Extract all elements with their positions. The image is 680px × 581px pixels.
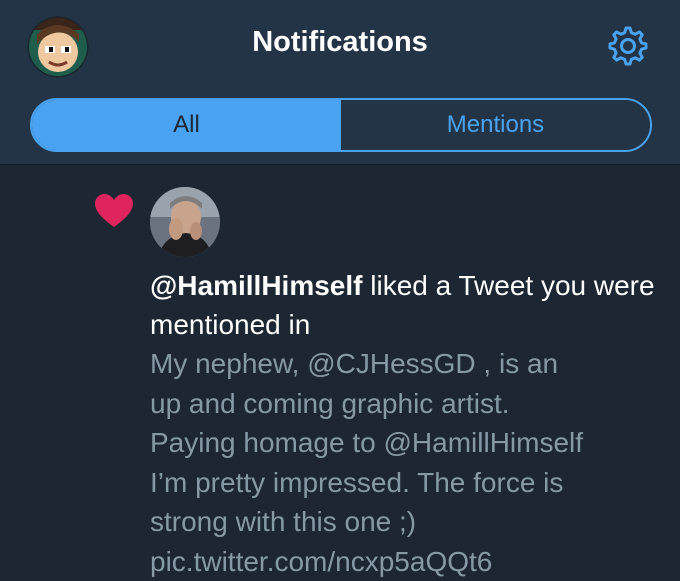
tweet-line: Paying homage to @HamillHimself xyxy=(150,427,584,458)
page-title: Notifications xyxy=(252,26,428,58)
top-bar: Notifications All Mentions xyxy=(0,0,680,165)
tweet-line: I’m pretty impressed. The force is xyxy=(150,466,564,498)
tab-mentions[interactable]: Mentions xyxy=(341,100,650,150)
tab-all[interactable]: All xyxy=(32,100,341,150)
heart-icon xyxy=(94,193,134,229)
liker-avatar[interactable] xyxy=(150,187,220,257)
notification-text: @HamillHimself liked a Tweet you were me… xyxy=(150,266,660,344)
tweet-link[interactable]: pic.twitter.com/ncxp5aQQt6 xyxy=(150,542,670,581)
tweet-line: strong with this one ;) xyxy=(150,506,417,537)
tweet-line: My nephew, @CJHessGD , is an xyxy=(150,348,559,379)
gear-icon[interactable] xyxy=(604,22,652,70)
tweet-line: up and coming graphic artist. xyxy=(150,387,510,419)
notification-tabs: All Mentions xyxy=(30,98,652,152)
user-handle-link[interactable]: @HamillHimself xyxy=(150,270,362,301)
tweet-preview[interactable]: My nephew, @CJHessGD , is an up and comi… xyxy=(150,344,670,581)
